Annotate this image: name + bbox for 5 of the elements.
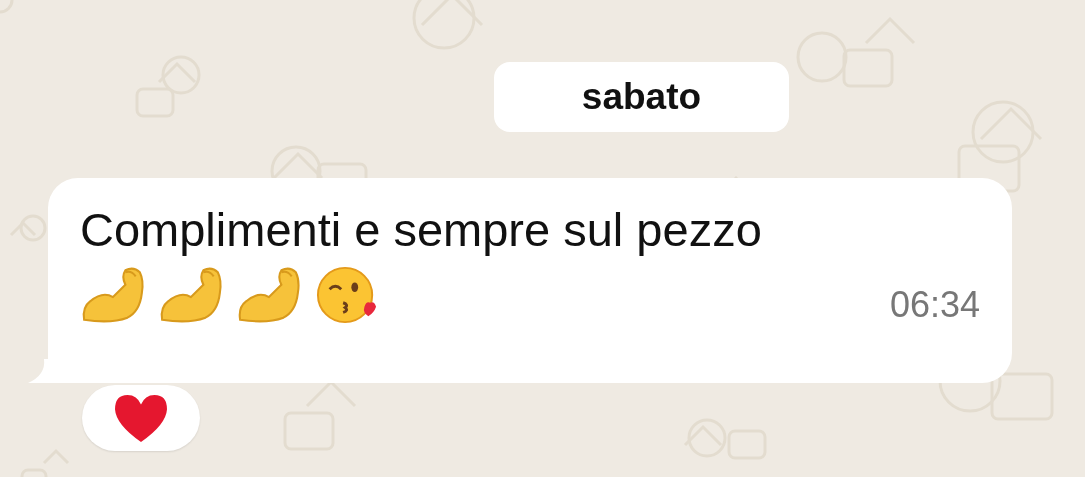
reaction-pill[interactable] bbox=[82, 385, 200, 451]
date-chip: sabato bbox=[494, 62, 789, 132]
message-time: 06:34 bbox=[889, 284, 980, 326]
heart-icon bbox=[112, 392, 170, 444]
message-text: Complimenti e sempre sul pezzo bbox=[80, 202, 763, 258]
